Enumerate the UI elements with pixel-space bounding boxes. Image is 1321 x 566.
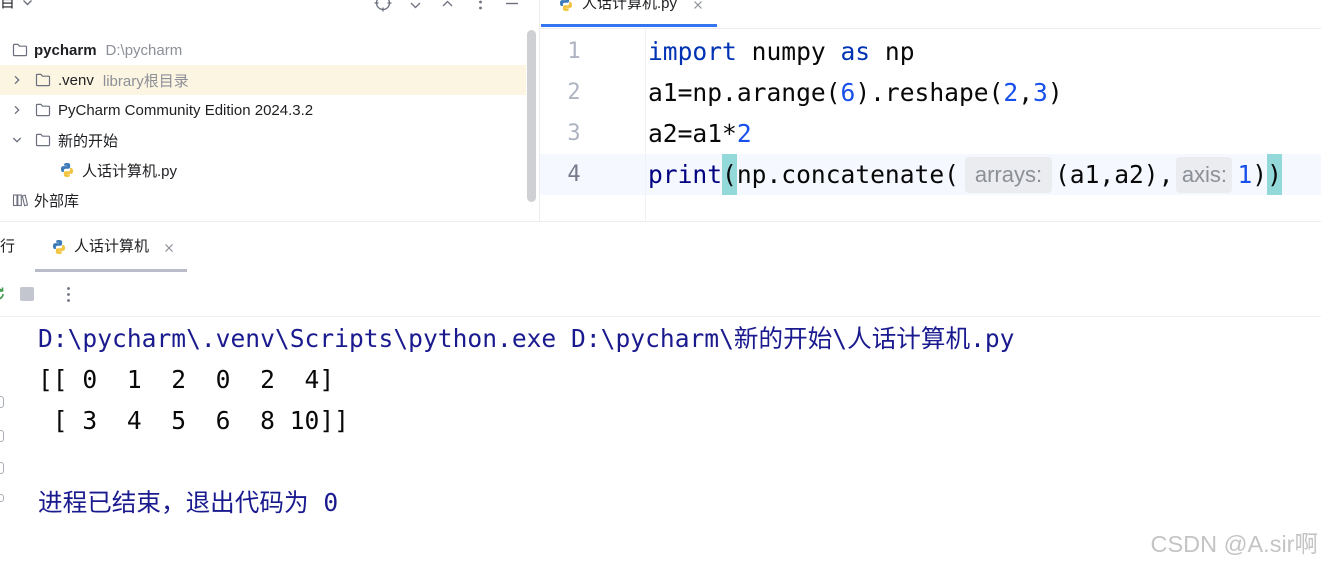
- project-panel-title[interactable]: 目: [0, 0, 15, 13]
- tree-item-label: 新的开始: [58, 132, 119, 150]
- console-gutter-icon[interactable]: [0, 462, 4, 474]
- collapse-all-icon[interactable]: [442, 0, 453, 8]
- code-line-1[interactable]: import numpy as np: [648, 31, 915, 72]
- line-number[interactable]: 4: [560, 154, 588, 195]
- folder-icon: [12, 42, 28, 58]
- code-keyword: import: [648, 37, 737, 66]
- console-output-line: [[ 0 1 2 0 2 4]: [38, 365, 335, 394]
- minimize-icon[interactable]: [505, 2, 519, 5]
- expand-all-icon[interactable]: [410, 1, 421, 10]
- code-line-4[interactable]: print ( np.concatenate( arrays: (a1,a2),…: [648, 154, 1282, 195]
- python-file-icon: [59, 162, 75, 178]
- console-gutter-icon[interactable]: [0, 396, 4, 408]
- line-number[interactable]: 1: [560, 31, 588, 72]
- run-tab-indicator: [35, 269, 187, 272]
- watermark: CSDN @A.sir啊: [1150, 531, 1318, 557]
- code-token: (a1,a2),: [1054, 160, 1174, 189]
- code-token: a1=np.arange(: [648, 78, 841, 107]
- chevron-right-icon[interactable]: [12, 105, 22, 115]
- line-number[interactable]: 2: [560, 72, 588, 113]
- run-panel-border[interactable]: [0, 221, 1321, 222]
- console-gutter-icon[interactable]: [0, 494, 4, 502]
- code-builtin: print: [648, 160, 723, 189]
- tree-item-venv[interactable]: .venv library根目录: [0, 65, 526, 95]
- tree-item-label: 人话计算机.py: [82, 162, 178, 180]
- close-icon[interactable]: [164, 243, 174, 253]
- tree-item-external-libraries[interactable]: 外部库: [0, 185, 526, 215]
- code-line-3[interactable]: a2=a1* 2: [648, 113, 752, 154]
- gutter-divider: [645, 29, 646, 221]
- code-token: ): [1252, 160, 1268, 189]
- console-gutter-icon[interactable]: [0, 430, 4, 442]
- tree-item-python-file[interactable]: 人话计算机.py: [0, 155, 526, 185]
- tree-item-label: pycharm: [34, 41, 97, 59]
- tree-item-pycharm[interactable]: pycharm D:\pycharm: [0, 35, 526, 65]
- folder-icon: [35, 132, 51, 148]
- code-token: ): [1047, 78, 1063, 107]
- close-icon[interactable]: [693, 0, 703, 10]
- tab-bar-border: [540, 28, 1321, 29]
- project-scrollbar[interactable]: [527, 30, 536, 202]
- python-file-icon: [51, 239, 67, 255]
- console-command-line: D:\pycharm\.venv\Scripts\python.exe D:\p…: [38, 324, 1015, 353]
- code-keyword: as: [840, 37, 871, 66]
- project-panel: 目 pycharm D:\pycharm .venv library根目录 Py…: [0, 0, 539, 221]
- tree-item-label: 外部库: [34, 192, 80, 210]
- stop-icon[interactable]: [20, 287, 34, 301]
- tree-item-pycharm-community[interactable]: PyCharm Community Edition 2024.3.2: [0, 95, 526, 125]
- code-number: 2: [736, 119, 752, 148]
- tree-item-note: library根目录: [102, 72, 189, 90]
- active-tab-indicator: [541, 24, 717, 27]
- editor-tab-label[interactable]: 人话计算机.py: [582, 0, 677, 14]
- chevron-right-icon[interactable]: [12, 75, 22, 85]
- matched-paren-close: ): [1267, 154, 1282, 195]
- python-file-icon: [558, 0, 574, 12]
- code-token: np.concatenate(: [736, 160, 959, 189]
- code-token: ).reshape(: [855, 78, 1004, 107]
- locate-icon[interactable]: [374, 0, 392, 12]
- console-exit-message: 进程已结束，退出代码为 0: [38, 488, 339, 517]
- toolbar-border: [0, 316, 1321, 317]
- chevron-down-icon[interactable]: [12, 135, 22, 145]
- folder-icon: [35, 102, 51, 118]
- tree-item-label: PyCharm Community Edition 2024.3.2: [58, 101, 314, 119]
- code-token: a2=a1*: [648, 119, 737, 148]
- library-icon: [12, 192, 28, 208]
- chevron-down-icon[interactable]: [22, 0, 33, 8]
- code-token: ,: [1018, 78, 1034, 107]
- tree-item-path: D:\pycharm: [105, 41, 183, 59]
- editor-panel: 人话计算机.py 1 2 3 4 import numpy as np a1=n…: [540, 0, 1321, 221]
- tree-item-label: .venv: [58, 71, 94, 89]
- code-line-2[interactable]: a1=np.arange( 6 ).reshape( 2 , 3 ): [648, 72, 1063, 113]
- folder-icon: [35, 72, 51, 88]
- code-number: 1: [1237, 160, 1253, 189]
- run-tab-label[interactable]: 人话计算机: [74, 237, 149, 257]
- inlay-hint-arrays[interactable]: arrays:: [964, 156, 1052, 193]
- line-number[interactable]: 3: [560, 113, 588, 154]
- code-number: 6: [840, 78, 856, 107]
- tree-item-folder-new-start[interactable]: 新的开始: [0, 125, 526, 155]
- more-vertical-icon[interactable]: [66, 286, 71, 303]
- code-token: np: [870, 37, 915, 66]
- code-number: 2: [1003, 78, 1019, 107]
- console-output-line: [ 3 4 5 6 8 10]]: [38, 406, 349, 435]
- code-token: numpy: [736, 37, 841, 66]
- rerun-icon[interactable]: [0, 286, 6, 302]
- matched-paren-open: (: [722, 154, 737, 195]
- inlay-hint-axis[interactable]: axis:: [1176, 156, 1233, 193]
- run-panel-title: 行: [0, 238, 16, 255]
- code-number: 3: [1033, 78, 1048, 107]
- more-vertical-icon[interactable]: [478, 0, 483, 11]
